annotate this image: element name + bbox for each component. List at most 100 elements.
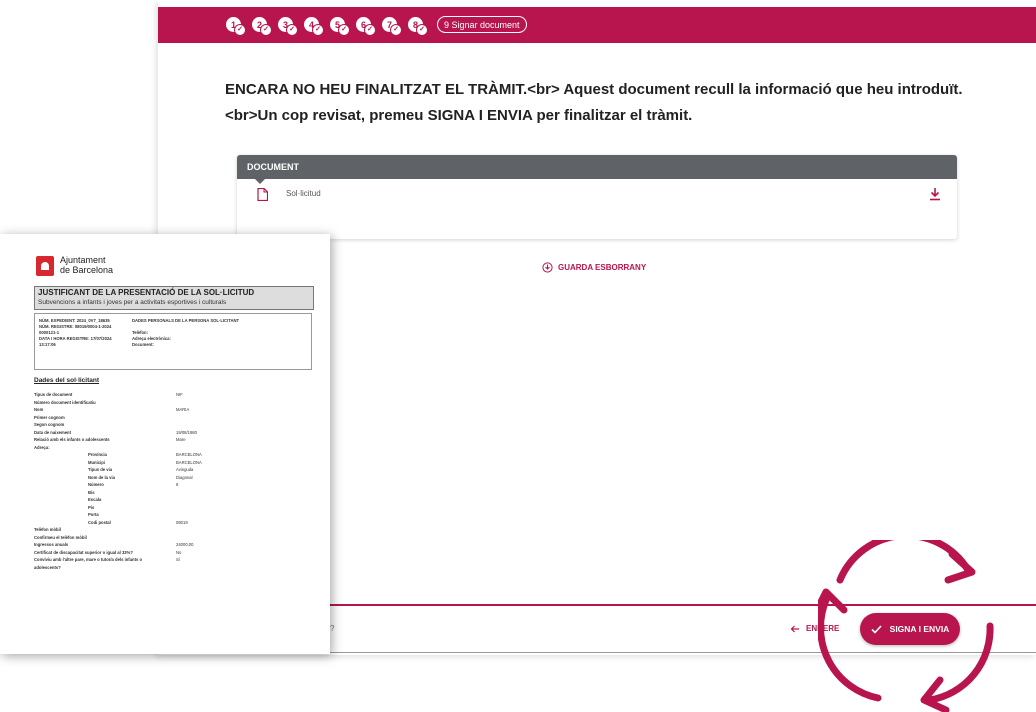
data-row-value: 24000,00 (176, 542, 194, 547)
data-row: Nom de la via Diagonal (34, 475, 314, 483)
data-row-value: Mare (176, 437, 186, 442)
data-row: Número document identificatiu (34, 400, 314, 408)
footer-partial-text: ? (330, 624, 335, 633)
data-row: Data de naixement 19/08/1980 (34, 430, 314, 438)
data-row-label: Número (88, 482, 104, 487)
data-row: Confirmeu el telèfon mòbil (34, 535, 314, 543)
step-7[interactable]: 7 ✓ (382, 17, 402, 36)
check-icon: ✓ (286, 24, 298, 36)
data-row-value: Diagonal (176, 474, 193, 480)
data-row: Relació amb els infants o adolescents Mar… (34, 437, 314, 445)
document-header-label: DOCUMENT (247, 162, 299, 172)
check-icon: ✓ (234, 24, 246, 36)
check-icon: ✓ (260, 24, 272, 36)
data-row: Codi postal 08019 (34, 520, 314, 528)
data-row: Pis (34, 505, 314, 513)
step-3[interactable]: 3 ✓ (278, 17, 298, 36)
data-row: Ingressos anuals 24000,00 (34, 542, 314, 550)
document-row[interactable]: Sol·licitud (237, 179, 957, 209)
data-row: Escala (34, 497, 314, 505)
check-icon: ✓ (364, 24, 376, 36)
step-8[interactable]: 8 ✓ (408, 17, 428, 36)
receipt-title: JUSTIFICANT DE LA PRESENTACIÓ DE LA SOL·… (38, 288, 255, 297)
recycle-arrows-icon (818, 540, 994, 712)
registry-info-left: NÚM. EXPEDIENT: 2024_0V7_18635 NÚM. REGIS… (39, 318, 127, 348)
data-row-label: Certificat de discapacitat superior o ig… (34, 549, 133, 555)
data-row: Certificat de discapacitat superior o ig… (34, 550, 314, 558)
data-row-label: Conviviu amb l'altre pare, mare o tutor/… (34, 557, 143, 562)
data-row: Nom MARIA (34, 407, 314, 415)
data-row-value: BARCELONA (176, 452, 202, 457)
save-draft-label: GUARDA ESBORRANY (558, 263, 647, 272)
data-row: Província BARCELONA (34, 452, 314, 460)
data-row: Tipus de document NIF (34, 392, 314, 400)
organization-name: Ajuntament de Barcelona (60, 255, 140, 275)
registry-info-box: NÚM. EXPEDIENT: 2024_0V7_18635 NÚM. REGIS… (34, 313, 312, 370)
barcelona-logo-icon (36, 256, 54, 276)
data-row-label: Relació amb els infants o adolescents (34, 437, 110, 442)
receipt-document-preview: Ajuntament de Barcelona JUSTIFICANT DE L… (0, 234, 330, 654)
data-row-label: Nom de la via (88, 474, 115, 480)
data-row-label: Bis (88, 489, 95, 495)
save-draft-button[interactable]: GUARDA ESBORRANY (542, 262, 646, 273)
receipt-title-box: JUSTIFICANT DE LA PRESENTACIÓ DE LA SOL·… (34, 286, 314, 310)
section-title: Dades del sol·licitant (34, 377, 100, 384)
step-bar: 1 ✓ 2 ✓ 3 ✓ 4 ✓ 5 ✓ 6 ✓ 7 ✓ 8 ✓ 9 Signar document (158, 7, 1036, 43)
data-row: Número 6 (34, 482, 314, 490)
document-panel: DOCUMENT Sol·licitud (237, 155, 957, 239)
data-row: Adreça: (34, 445, 314, 453)
check-icon: ✓ (338, 24, 350, 36)
data-row: Segon cognom (34, 422, 314, 430)
step-current: 9 Signar document (437, 16, 527, 33)
registry-info-right: DADES PERSONALS DE LA PERSONA SOL·LICITA… (132, 318, 307, 348)
data-row-label: Tipus de document (34, 392, 73, 397)
registry-line: 13:17:06 (39, 342, 56, 347)
data-row-label: Escala (88, 497, 102, 502)
data-row-value: NIF (176, 392, 183, 397)
step-5[interactable]: 5 ✓ (330, 17, 350, 36)
org-line-1: Ajuntament (60, 255, 106, 265)
data-row-label: Província (88, 452, 107, 457)
data-row-label: Municipi (88, 459, 105, 465)
data-row-label: Adreça: (34, 444, 50, 450)
data-row-label: Segon cognom (34, 422, 65, 427)
receipt-subtitle: Subvencions a infants i joves per a acti… (38, 299, 227, 306)
document-icon (257, 188, 268, 201)
data-row: adolescents? (34, 565, 314, 573)
data-row-label: Data de naixement (34, 429, 72, 435)
check-icon: ✓ (312, 24, 324, 36)
data-row-label: Confirmeu el telèfon mòbil (34, 534, 87, 540)
step-2[interactable]: 2 ✓ (252, 17, 272, 36)
data-row-label: Tipus de via (88, 467, 113, 472)
step-4[interactable]: 4 ✓ (304, 17, 324, 36)
data-row-value: BARCELONA (176, 459, 202, 465)
data-row-label: Porta (88, 512, 99, 517)
data-row-value: 08019 (176, 519, 188, 525)
intro-message: ENCARA NO HEU FINALITZAT EL TRÀMIT.<br> … (225, 77, 985, 129)
data-row-label: Nom (34, 407, 44, 412)
data-row: Conviviu amb l'altre pare, mare o tutor/… (34, 557, 314, 565)
step-6[interactable]: 6 ✓ (356, 17, 376, 36)
data-row-label: Primer cognom (34, 414, 65, 420)
document-item-label[interactable]: Sol·licitud (286, 189, 321, 198)
step-1[interactable]: 1 ✓ (226, 17, 246, 36)
download-icon[interactable] (929, 187, 941, 201)
data-row-value: MARIA (176, 407, 190, 412)
data-row: Tipus de via Avinguda (34, 467, 314, 475)
document-header: DOCUMENT (237, 155, 957, 184)
registry-line: Document: (132, 342, 154, 347)
data-row: Telèfon mòbil (34, 527, 314, 535)
data-row-label: Telèfon mòbil (34, 527, 61, 532)
data-row-value: Sí (176, 557, 180, 562)
step-list: 1 ✓ 2 ✓ 3 ✓ 4 ✓ 5 ✓ 6 ✓ 7 ✓ 8 ✓ 9 Signar document (226, 16, 527, 36)
applicant-data-list: Tipus de document NIF Número document iden… (34, 392, 314, 572)
data-row: Municipi BARCELONA (34, 460, 314, 468)
data-row-label: Ingressos anuals (34, 542, 69, 547)
arrow-left-icon (790, 625, 799, 632)
data-row-label: Codi postal (88, 519, 111, 525)
intro-line-1: ENCARA NO HEU FINALITZAT EL TRÀMIT.<br> … (225, 81, 963, 98)
save-icon (542, 262, 553, 273)
data-row: Bis (34, 490, 314, 498)
data-row: Porta (34, 512, 314, 520)
data-row-value: Avinguda (176, 467, 194, 472)
